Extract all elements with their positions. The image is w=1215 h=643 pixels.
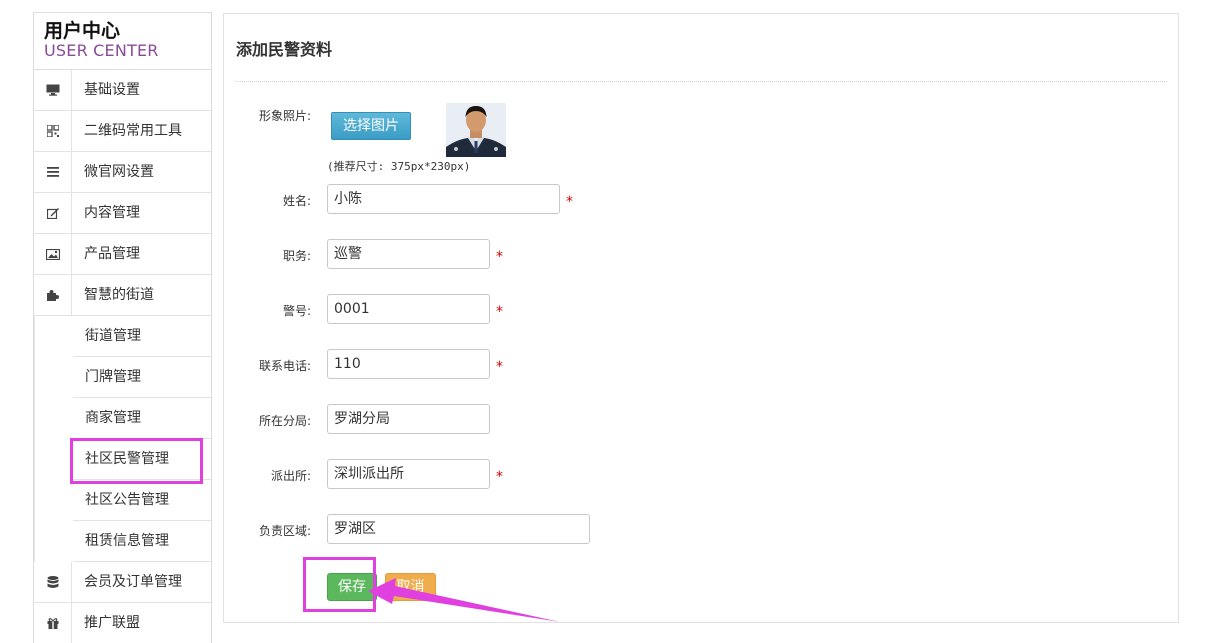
sidebar-item-label: 内容管理 — [84, 205, 140, 221]
submenu-item-label: 商家管理 — [85, 410, 141, 426]
choose-image-button[interactable]: 选择图片 — [331, 112, 411, 140]
submenu-item-merchants[interactable]: 商家管理 — [73, 398, 211, 439]
sidebar-item-products[interactable]: 产品管理 — [34, 234, 211, 275]
sidebar-title: 用户中心 — [44, 20, 121, 42]
database-icon — [34, 562, 72, 602]
image-icon — [34, 234, 72, 274]
police-station-input[interactable]: 深圳派出所 — [327, 459, 490, 489]
sidebar-item-label: 智慧的街道 — [84, 287, 154, 303]
branch-input[interactable]: 罗湖分局 — [327, 404, 490, 434]
form-panel: 添加民警资料 形象照片: 选择图片 (推荐尺寸: 375px*230px) 姓名… — [223, 13, 1179, 623]
sidebar-subtitle: USER CENTER — [44, 41, 159, 60]
title-divider — [236, 81, 1167, 82]
name-input[interactable]: 小陈 — [327, 184, 560, 214]
badge-number-label: 警号: — [282, 304, 311, 318]
sidebar-item-label: 会员及订单管理 — [84, 574, 182, 590]
submenu-item-street[interactable]: 街道管理 — [73, 316, 211, 357]
menu-icon — [34, 152, 72, 192]
recommended-size-hint: (推荐尺寸: 375px*230px) — [327, 160, 471, 173]
name-label: 姓名: — [282, 194, 311, 208]
police-station-required-mark: * — [496, 469, 503, 485]
position-input[interactable]: 巡警 — [327, 239, 490, 269]
police-station-label: 派出所: — [270, 469, 311, 483]
sidebar-item-label: 微官网设置 — [84, 164, 154, 180]
officer-photo — [446, 103, 506, 157]
highlight-box-police-menu — [70, 438, 203, 484]
phone-label: 联系电话: — [258, 359, 311, 373]
submenu-item-label: 社区公告管理 — [85, 492, 169, 508]
submenu-item-notices[interactable]: 社区公告管理 — [73, 480, 211, 521]
page-title: 添加民警资料 — [236, 40, 333, 59]
sidebar: 用户中心 USER CENTER 基础设置 二维码常用工具 微官网设置 内容管理… — [33, 12, 212, 643]
position-label: 职务: — [282, 249, 311, 263]
photo-label: 形象照片: — [258, 109, 311, 123]
sidebar-item-members-orders[interactable]: 会员及订单管理 — [34, 562, 211, 603]
phone-input[interactable]: 110 — [327, 349, 490, 379]
submenu-item-label: 街道管理 — [85, 328, 141, 344]
monitor-icon — [34, 70, 72, 110]
submenu-item-label: 租赁信息管理 — [85, 533, 169, 549]
sidebar-item-label: 产品管理 — [84, 246, 140, 262]
phone-required-mark: * — [496, 359, 503, 375]
gift-icon — [34, 603, 72, 643]
branch-label: 所在分局: — [258, 414, 311, 428]
user-center-header: 用户中心 USER CENTER — [34, 13, 211, 70]
position-required-mark: * — [496, 249, 503, 265]
sidebar-item-basic-settings[interactable]: 基础设置 — [34, 70, 211, 111]
sidebar-item-label: 基础设置 — [84, 82, 140, 98]
name-required-mark: * — [566, 194, 573, 210]
qrcode-icon — [34, 111, 72, 151]
edit-icon — [34, 193, 72, 233]
area-input[interactable]: 罗湖区 — [327, 514, 590, 544]
sidebar-item-qrcode-tools[interactable]: 二维码常用工具 — [34, 111, 211, 152]
submenu-item-label: 门牌管理 — [85, 369, 141, 385]
cancel-button[interactable]: 取消 — [385, 573, 436, 601]
submenu-item-rentals[interactable]: 租赁信息管理 — [73, 521, 211, 562]
sidebar-item-content[interactable]: 内容管理 — [34, 193, 211, 234]
sidebar-item-microsite-settings[interactable]: 微官网设置 — [34, 152, 211, 193]
submenu-item-doorplate[interactable]: 门牌管理 — [73, 357, 211, 398]
puzzle-icon — [34, 275, 72, 315]
area-label: 负责区域: — [258, 524, 311, 538]
sidebar-item-label: 推广联盟 — [84, 615, 140, 631]
badge-number-input[interactable]: 0001 — [327, 294, 490, 324]
badge-number-required-mark: * — [496, 304, 503, 320]
sidebar-item-smart-street[interactable]: 智慧的街道 — [34, 275, 211, 316]
sidebar-item-affiliate[interactable]: 推广联盟 — [34, 603, 211, 643]
highlight-box-save — [303, 557, 376, 612]
sidebar-item-label: 二维码常用工具 — [84, 123, 182, 139]
